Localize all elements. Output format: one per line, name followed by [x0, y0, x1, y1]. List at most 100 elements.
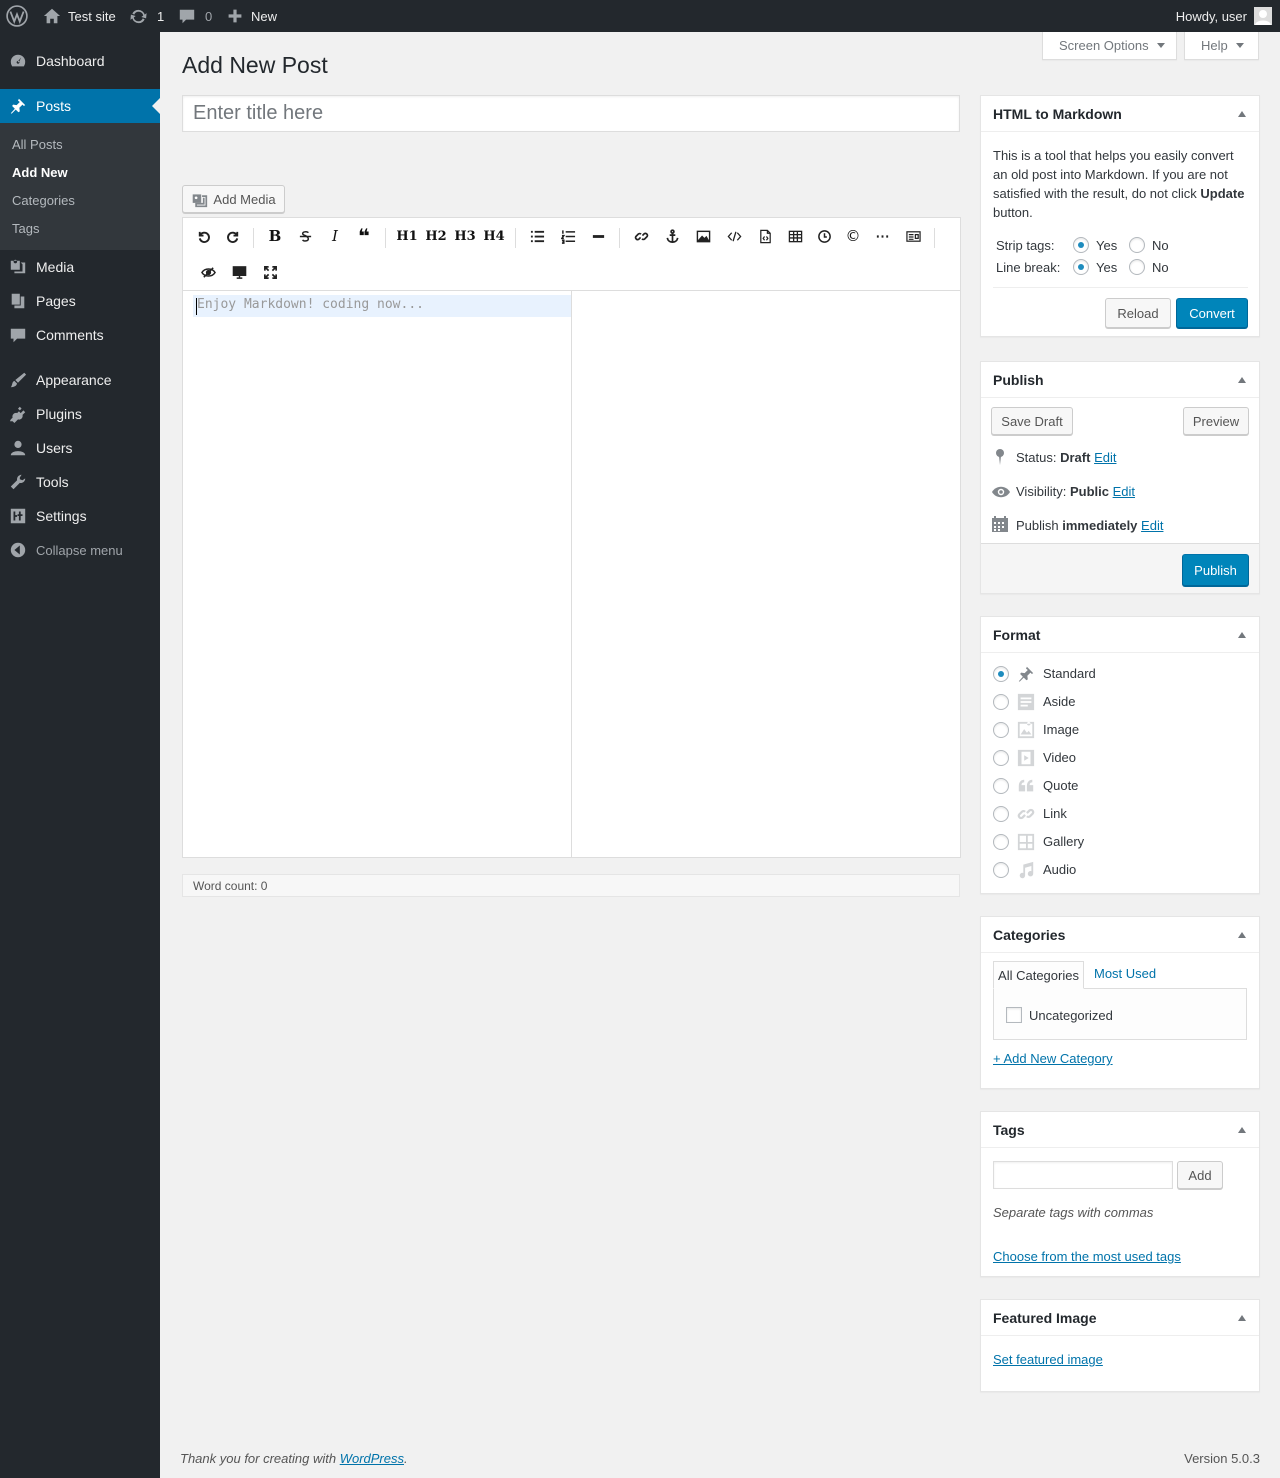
help-button[interactable]: Help	[1184, 32, 1259, 60]
h3-button[interactable]: H3	[454, 225, 476, 247]
watch-button[interactable]	[228, 261, 250, 283]
toggle-arrow-icon[interactable]	[1238, 1127, 1246, 1133]
datetime-button[interactable]	[813, 225, 835, 247]
edit-visibility-link[interactable]: Edit	[1113, 484, 1135, 499]
edit-status-link[interactable]: Edit	[1094, 450, 1116, 465]
strip-tags-yes-radio[interactable]	[1073, 237, 1089, 253]
sidebar-item-label: Dashboard	[36, 53, 105, 69]
sidebar-item-dashboard[interactable]: Dashboard	[0, 44, 160, 78]
anchor-button[interactable]	[661, 225, 683, 247]
sidebar-item-comments[interactable]: Comments	[0, 318, 160, 352]
h1-button[interactable]: H1	[396, 225, 418, 247]
tab-most-used[interactable]: Most Used	[1094, 966, 1156, 981]
sidebar-item-pages[interactable]: Pages	[0, 284, 160, 318]
submenu-all-posts[interactable]: All Posts	[12, 137, 63, 152]
format-video-label: Video	[1043, 750, 1077, 765]
italic-button[interactable]: I	[324, 225, 346, 247]
strikethrough-button[interactable]	[294, 225, 316, 247]
line-break-no-radio[interactable]	[1129, 259, 1145, 275]
ordered-list-button[interactable]	[557, 225, 579, 247]
format-aside-radio[interactable]	[993, 694, 1009, 710]
image-button[interactable]	[692, 225, 714, 247]
unordered-list-button[interactable]	[526, 225, 548, 247]
sidebar-item-posts[interactable]: Posts	[0, 89, 160, 123]
line-break-yes-radio[interactable]	[1073, 259, 1089, 275]
format-standard-radio[interactable]	[993, 666, 1009, 682]
submenu-tags[interactable]: Tags	[12, 221, 39, 236]
box-title: Tags	[993, 1121, 1025, 1138]
h4-button[interactable]: H4	[483, 225, 505, 247]
code-block-button[interactable]	[754, 225, 776, 247]
home-icon	[43, 8, 61, 24]
table-button[interactable]	[784, 225, 806, 247]
html-entities-button[interactable]	[902, 225, 924, 247]
toggle-preview-button[interactable]	[197, 261, 219, 283]
toggle-arrow-icon[interactable]	[1238, 111, 1246, 117]
redo-button[interactable]	[222, 225, 244, 247]
sidebar-item-label: Appearance	[36, 372, 112, 388]
publish-button[interactable]: Publish	[1182, 554, 1249, 586]
wordpress-logo-icon[interactable]	[6, 0, 28, 32]
horizontal-rule-button[interactable]	[587, 225, 609, 247]
tab-all-categories[interactable]: All Categories	[993, 961, 1084, 989]
publish-header[interactable]: Publish	[981, 362, 1259, 398]
preview-button[interactable]: Preview	[1183, 407, 1249, 435]
toggle-arrow-icon[interactable]	[1238, 932, 1246, 938]
format-link-radio[interactable]	[993, 806, 1009, 822]
h2-button[interactable]: H2	[425, 225, 447, 247]
link-button[interactable]	[630, 225, 652, 247]
add-new-category-link[interactable]: + Add New Category	[993, 1051, 1113, 1066]
format-video-radio[interactable]	[993, 750, 1009, 766]
eye-slash-icon	[200, 266, 216, 278]
sidebar-item-media[interactable]: Media	[0, 250, 160, 284]
fullscreen-button[interactable]	[259, 261, 281, 283]
my-account-link[interactable]: Howdy, user	[1176, 0, 1272, 32]
comments-link[interactable]: 0	[178, 0, 212, 32]
save-draft-button[interactable]: Save Draft	[991, 407, 1073, 435]
toggle-arrow-icon[interactable]	[1238, 1315, 1246, 1321]
format-audio-radio[interactable]	[993, 862, 1009, 878]
markdown-input-pane[interactable]: Enjoy Markdown! coding now...	[183, 291, 572, 857]
screen-options-button[interactable]: Screen Options	[1042, 32, 1177, 60]
categories-header[interactable]: Categories	[981, 917, 1259, 953]
toggle-arrow-icon[interactable]	[1238, 377, 1246, 383]
sidebar-item-appearance[interactable]: Appearance	[0, 363, 160, 397]
sidebar-item-plugins[interactable]: Plugins	[0, 397, 160, 431]
convert-button[interactable]: Convert	[1176, 298, 1248, 328]
uncategorized-checkbox[interactable]	[1006, 1007, 1022, 1023]
copyright-icon: ©	[845, 227, 861, 245]
sidebar-item-users[interactable]: Users	[0, 431, 160, 465]
updates-link[interactable]: 1	[129, 0, 164, 32]
html-to-markdown-header[interactable]: HTML to Markdown	[981, 96, 1259, 132]
format-header[interactable]: Format	[981, 617, 1259, 653]
new-tag-input[interactable]	[993, 1161, 1173, 1189]
quote-button[interactable]: ❝	[353, 224, 375, 248]
site-name-link[interactable]: Test site	[43, 0, 116, 32]
toggle-arrow-icon[interactable]	[1238, 632, 1246, 638]
submenu-categories[interactable]: Categories	[12, 193, 75, 208]
sidebar-item-tools[interactable]: Tools	[0, 465, 160, 499]
emoji-button[interactable]: ©	[842, 225, 864, 247]
strip-tags-no-radio[interactable]	[1129, 237, 1145, 253]
undo-button[interactable]	[192, 225, 214, 247]
collapse-menu-button[interactable]: Collapse menu	[0, 533, 160, 567]
edit-publish-time-link[interactable]: Edit	[1141, 518, 1163, 533]
page-break-button[interactable]	[871, 225, 893, 247]
reload-button[interactable]: Reload	[1105, 298, 1171, 328]
format-quote-radio[interactable]	[993, 778, 1009, 794]
wordpress-link[interactable]: WordPress	[340, 1451, 404, 1466]
format-image-radio[interactable]	[993, 722, 1009, 738]
featured-image-header[interactable]: Featured Image	[981, 1300, 1259, 1336]
format-gallery-radio[interactable]	[993, 834, 1009, 850]
bold-button[interactable]: B	[264, 225, 286, 247]
choose-most-used-tags-link[interactable]: Choose from the most used tags	[993, 1249, 1181, 1264]
submenu-add-new[interactable]: Add New	[12, 165, 68, 180]
post-title-input[interactable]	[182, 95, 960, 132]
tags-header[interactable]: Tags	[981, 1112, 1259, 1148]
set-featured-image-link[interactable]: Set featured image	[993, 1352, 1103, 1367]
add-tag-button[interactable]: Add	[1177, 1161, 1223, 1189]
new-content-link[interactable]: New	[227, 0, 277, 32]
sidebar-item-settings[interactable]: Settings	[0, 499, 160, 533]
add-media-button[interactable]: Add Media	[182, 185, 285, 213]
code-button[interactable]	[723, 225, 745, 247]
